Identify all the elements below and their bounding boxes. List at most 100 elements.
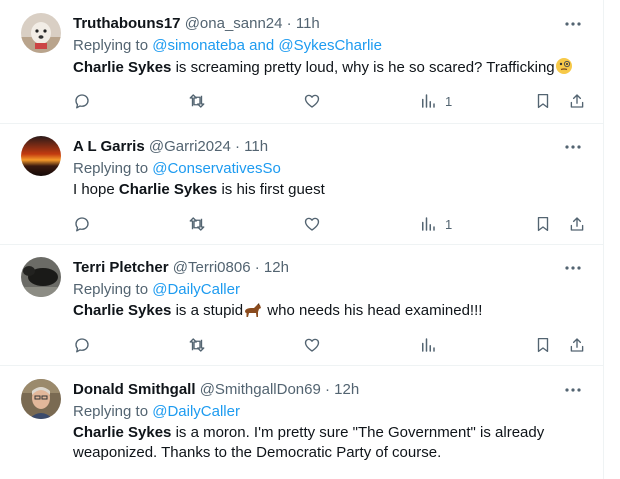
replying-label: Replying to [73, 403, 153, 420]
views-icon [422, 94, 435, 108]
retweet-button[interactable] [188, 334, 206, 356]
tweet-header: A L Garris @Garri2024 · 11h [73, 137, 268, 157]
like-button[interactable] [303, 90, 321, 112]
reply-button[interactable] [73, 90, 91, 112]
tweet[interactable]: Terri Pletcher @Terri0806 · 12h Replying… [0, 245, 604, 366]
mention-link[interactable]: @simonateba [152, 37, 245, 54]
replying-to: Replying to @simonateba and @SykesCharli… [73, 36, 382, 56]
like-button[interactable] [303, 213, 321, 235]
reply-button[interactable] [73, 213, 91, 235]
retweet-icon [189, 338, 205, 352]
separator: · [320, 381, 335, 398]
tweet-feed: Truthabouns17 @ona_sann24 · 11h Replying… [0, 0, 604, 479]
replying-joiner: and [245, 37, 279, 54]
tweet-text-after: who needs his head examined!!! [263, 302, 483, 319]
tweet-text-rest: is his first guest [217, 181, 325, 198]
author-handle[interactable]: @SmithgallDon69 [200, 381, 321, 398]
tweet[interactable]: A L Garris @Garri2024 · 11h Replying to … [0, 124, 604, 245]
share-icon [570, 217, 584, 231]
views-count: 1 [445, 216, 453, 232]
avatar[interactable] [21, 13, 61, 53]
tweet-text: Charlie Sykes is a stupid who needs his … [73, 301, 588, 324]
tweet-header: Donald Smithgall @SmithgallDon69 · 12h [73, 380, 359, 400]
highlighted-term: Charlie Sykes [118, 181, 218, 198]
action-bar: 1 [73, 213, 588, 235]
replying-label: Replying to [73, 281, 153, 298]
avatar[interactable] [21, 379, 61, 419]
more-icon[interactable] [562, 258, 584, 278]
retweet-icon [189, 94, 205, 108]
replying-to: Replying to @DailyCaller [73, 402, 240, 422]
like-icon [304, 338, 320, 352]
views-count: 1 [445, 93, 453, 109]
mention-link[interactable]: @SykesCharlie [278, 37, 382, 54]
like-icon [304, 94, 320, 108]
replying-to: Replying to @DailyCaller [73, 280, 240, 300]
tweet-text: Charlie Sykes is a moron. I'm pretty sur… [73, 423, 573, 463]
reply-icon [75, 217, 89, 232]
tweet[interactable]: Truthabouns17 @ona_sann24 · 11h Replying… [0, 0, 604, 124]
views-button[interactable]: 1 [419, 213, 452, 235]
retweet-icon [189, 217, 205, 231]
replying-label: Replying to [73, 160, 153, 177]
highlighted-term: Charlie Sykes [73, 424, 172, 441]
author-handle[interactable]: @Terri0806 [173, 259, 251, 276]
tweet[interactable]: Donald Smithgall @SmithgallDon69 · 12h R… [0, 366, 604, 479]
bookmark-button[interactable] [534, 90, 552, 112]
bookmark-button[interactable] [534, 213, 552, 235]
replying-to: Replying to @ConservativesSo [73, 159, 281, 179]
share-button[interactable] [568, 90, 586, 112]
author-handle[interactable]: @Garri2024 [149, 138, 231, 155]
tweet-header: Terri Pletcher @Terri0806 · 12h [73, 258, 289, 278]
highlighted-term: Charlie Sykes [73, 59, 172, 76]
retweet-button[interactable] [188, 213, 206, 235]
tweet-text: I hope Charlie Sykes is his first guest [73, 180, 588, 200]
like-button[interactable] [303, 334, 321, 356]
author-name[interactable]: Truthabouns17 [73, 15, 181, 32]
author-name[interactable]: A L Garris [73, 138, 145, 155]
tweet-text-rest: is a stupid [171, 302, 244, 319]
reply-button[interactable] [73, 334, 91, 356]
share-button[interactable] [568, 334, 586, 356]
timestamp[interactable]: 11h [244, 138, 268, 155]
action-bar: 1 [73, 90, 588, 112]
author-name[interactable]: Terri Pletcher [73, 259, 169, 276]
author-handle[interactable]: @ona_sann24 [185, 15, 283, 32]
share-button[interactable] [568, 213, 586, 235]
tweet-text: Charlie Sykes is screaming pretty loud, … [73, 57, 588, 81]
bookmark-icon [537, 216, 549, 232]
more-icon[interactable] [562, 137, 584, 157]
separator: · [282, 15, 296, 32]
timestamp[interactable]: 11h [296, 15, 320, 32]
author-name[interactable]: Donald Smithgall [73, 381, 196, 398]
horse-icon [243, 302, 263, 324]
separator: · [250, 259, 264, 276]
avatar[interactable] [21, 257, 61, 297]
separator: · [230, 138, 245, 155]
mention-link[interactable]: @DailyCaller [152, 281, 240, 298]
mention-link[interactable]: @DailyCaller [152, 403, 240, 420]
mention-link[interactable]: @ConservativesSo [152, 160, 281, 177]
views-button[interactable]: 1 [419, 90, 452, 112]
reply-icon [75, 94, 89, 109]
share-icon [570, 338, 584, 352]
timestamp[interactable]: 12h [264, 259, 289, 276]
bookmark-icon [537, 93, 549, 109]
tweet-text-pre: I hope [73, 181, 119, 198]
tweet-header: Truthabouns17 @ona_sann24 · 11h [73, 14, 320, 34]
views-button[interactable] [419, 334, 437, 356]
reply-icon [75, 338, 89, 353]
timestamp[interactable]: 12h [334, 381, 359, 398]
action-bar [73, 334, 588, 356]
retweet-button[interactable] [188, 90, 206, 112]
avatar[interactable] [21, 136, 61, 176]
views-icon [422, 338, 435, 352]
views-icon [422, 217, 435, 231]
replying-label: Replying to [73, 37, 153, 54]
like-icon [304, 217, 320, 231]
highlighted-term: Charlie Sykes [73, 302, 172, 319]
more-icon[interactable] [562, 14, 584, 34]
more-icon[interactable] [562, 380, 584, 400]
bookmark-button[interactable] [534, 334, 552, 356]
tweet-text-rest: is screaming pretty loud, why is he so s… [171, 59, 555, 76]
